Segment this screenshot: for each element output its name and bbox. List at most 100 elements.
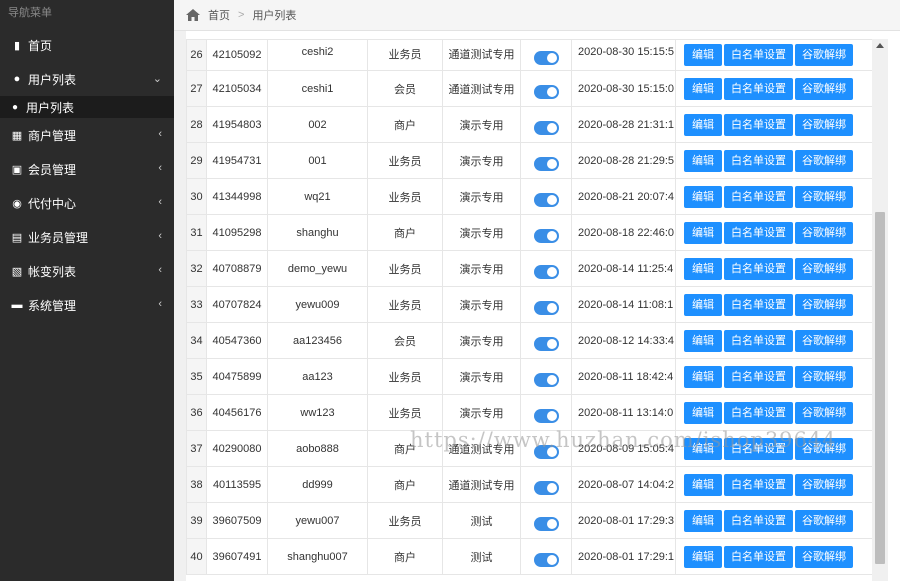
username: ceshi1 <box>267 70 368 107</box>
breadcrumb: 首页 > 用户列表 <box>174 0 900 31</box>
google-unbind-button[interactable]: 谷歌解绑 <box>795 365 853 388</box>
whitelist-button[interactable]: 白名单设置 <box>724 329 793 352</box>
status-toggle[interactable] <box>533 480 559 495</box>
edit-button[interactable]: 编辑 <box>684 401 722 424</box>
status-toggle[interactable] <box>533 264 559 279</box>
edit-button[interactable]: 编辑 <box>684 509 722 532</box>
google-unbind-button[interactable]: 谷歌解绑 <box>795 437 853 460</box>
table-row: 32 40708879 demo_yewu 业务员 演示专用 2020-08-14 11:… <box>186 250 872 287</box>
edit-button[interactable]: 编辑 <box>684 44 722 66</box>
sidebar-item[interactable]: ● 用户列表 ⌄ <box>0 62 174 96</box>
toggle-knob <box>546 482 557 493</box>
status-cell <box>520 142 572 179</box>
status-cell <box>520 39 572 71</box>
google-unbind-button[interactable]: 谷歌解绑 <box>795 221 853 244</box>
status-toggle[interactable] <box>533 120 559 135</box>
status-toggle[interactable] <box>533 372 559 387</box>
status-toggle[interactable] <box>533 51 559 65</box>
google-unbind-button[interactable]: 谷歌解绑 <box>795 77 853 100</box>
status-toggle[interactable] <box>533 408 559 423</box>
status-toggle[interactable] <box>533 84 559 99</box>
status-toggle[interactable] <box>533 192 559 207</box>
sidebar-item-label: 业务员管理 <box>28 230 89 245</box>
vertical-scrollbar[interactable] <box>872 39 888 581</box>
created-time: 2020-08-18 22:46:0 <box>571 214 676 251</box>
toggle-knob <box>546 158 557 169</box>
edit-button[interactable]: 编辑 <box>684 365 722 388</box>
table-row: 28 41954803 002 商户 演示专用 2020-08-28 21:31:1 编辑白… <box>186 106 872 143</box>
sidebar-item[interactable]: ▧ 帐变列表 ‹ <box>0 254 174 288</box>
user-note: 通道测试专用 <box>442 466 521 503</box>
whitelist-button[interactable]: 白名单设置 <box>724 473 793 496</box>
created-time: 2020-08-30 15:15:5 <box>571 39 676 71</box>
google-unbind-button[interactable]: 谷歌解绑 <box>795 329 853 352</box>
edit-button[interactable]: 编辑 <box>684 329 722 352</box>
sidebar-item[interactable]: ▮ 首页 <box>0 28 174 62</box>
status-cell <box>520 538 572 575</box>
whitelist-button[interactable]: 白名单设置 <box>724 77 793 100</box>
user-note: 通道测试专用 <box>442 39 521 71</box>
status-cell <box>520 430 572 467</box>
google-unbind-button[interactable]: 谷歌解绑 <box>795 401 853 424</box>
google-unbind-button[interactable]: 谷歌解绑 <box>795 149 853 172</box>
status-toggle[interactable] <box>533 444 559 459</box>
google-unbind-button[interactable]: 谷歌解绑 <box>795 473 853 496</box>
edit-button[interactable]: 编辑 <box>684 113 722 136</box>
sidebar-item[interactable]: ▬ 系统管理 ‹ <box>0 288 174 322</box>
row-index: 40 <box>186 538 207 575</box>
chevron-icon: ⌄ <box>152 73 162 85</box>
google-unbind-button[interactable]: 谷歌解绑 <box>795 545 853 568</box>
edit-button[interactable]: 编辑 <box>684 545 722 568</box>
whitelist-button[interactable]: 白名单设置 <box>724 293 793 316</box>
sidebar-heading: 导航菜单 <box>8 7 52 19</box>
status-toggle[interactable] <box>533 552 559 567</box>
breadcrumb-home[interactable]: 首页 <box>208 7 230 23</box>
whitelist-button[interactable]: 白名单设置 <box>724 545 793 568</box>
sidebar-item[interactable]: ▦ 商户管理 ‹ <box>0 118 174 152</box>
toggle-knob <box>546 266 557 277</box>
status-toggle[interactable] <box>533 516 559 531</box>
google-unbind-button[interactable]: 谷歌解绑 <box>795 44 853 66</box>
user-id: 41095298 <box>206 214 268 251</box>
edit-button[interactable]: 编辑 <box>684 473 722 496</box>
sidebar-item[interactable]: ▤ 业务员管理 ‹ <box>0 220 174 254</box>
actions-cell: 编辑 白名单设置 谷歌解绑 <box>675 538 872 575</box>
google-unbind-button[interactable]: 谷歌解绑 <box>795 185 853 208</box>
edit-button[interactable]: 编辑 <box>684 437 722 460</box>
whitelist-button[interactable]: 白名单设置 <box>724 113 793 136</box>
edit-button[interactable]: 编辑 <box>684 293 722 316</box>
google-unbind-button[interactable]: 谷歌解绑 <box>795 257 853 280</box>
scroll-thumb[interactable] <box>875 212 885 564</box>
user-note: 演示专用 <box>442 286 521 323</box>
google-unbind-button[interactable]: 谷歌解绑 <box>795 113 853 136</box>
status-toggle[interactable] <box>533 156 559 171</box>
google-unbind-button[interactable]: 谷歌解绑 <box>795 509 853 532</box>
status-toggle[interactable] <box>533 228 559 243</box>
whitelist-button[interactable]: 白名单设置 <box>724 185 793 208</box>
sidebar-item[interactable]: ◉ 代付中心 ‹ <box>0 186 174 220</box>
status-toggle[interactable] <box>533 336 559 351</box>
sidebar-subitem-user-list[interactable]: ● 用户列表 <box>0 96 174 118</box>
whitelist-button[interactable]: 白名单设置 <box>724 401 793 424</box>
whitelist-button[interactable]: 白名单设置 <box>724 437 793 460</box>
whitelist-button[interactable]: 白名单设置 <box>724 257 793 280</box>
sidebar-item[interactable]: ▣ 会员管理 ‹ <box>0 152 174 186</box>
edit-button[interactable]: 编辑 <box>684 221 722 244</box>
edit-button[interactable]: 编辑 <box>684 257 722 280</box>
whitelist-button[interactable]: 白名单设置 <box>724 221 793 244</box>
username: aa123 <box>267 358 368 395</box>
whitelist-button[interactable]: 白名单设置 <box>724 44 793 66</box>
edit-button[interactable]: 编辑 <box>684 185 722 208</box>
table-row: 29 41954731 001 业务员 演示专用 2020-08-28 21:29:5 编辑… <box>186 142 872 179</box>
whitelist-button[interactable]: 白名单设置 <box>724 365 793 388</box>
status-toggle[interactable] <box>533 300 559 315</box>
google-unbind-button[interactable]: 谷歌解绑 <box>795 293 853 316</box>
credit-card-icon: ▬ <box>11 299 23 311</box>
home-icon[interactable] <box>186 9 200 21</box>
row-index: 35 <box>186 358 207 395</box>
whitelist-button[interactable]: 白名单设置 <box>724 149 793 172</box>
edit-button[interactable]: 编辑 <box>684 149 722 172</box>
whitelist-button[interactable]: 白名单设置 <box>724 509 793 532</box>
scroll-up-arrow-icon[interactable] <box>876 43 884 48</box>
edit-button[interactable]: 编辑 <box>684 77 722 100</box>
